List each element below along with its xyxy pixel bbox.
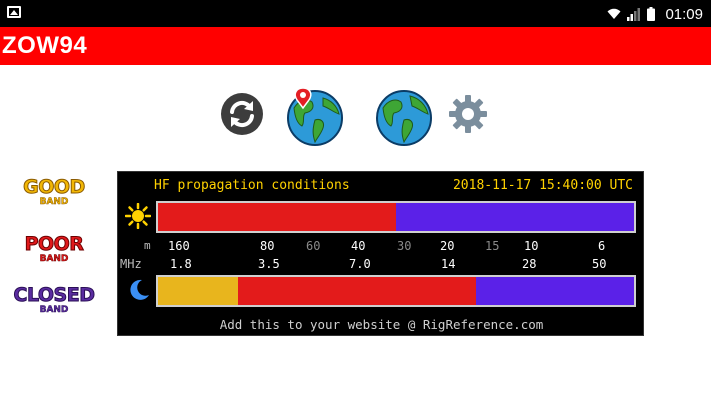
widget-datetime: 2018-11-17 15:40:00 UTC (452, 178, 633, 193)
day-condition-bar (156, 201, 636, 233)
legend-poor-sub: BAND (39, 254, 69, 264)
meters-30: 30 (397, 239, 412, 253)
legend-closed-sub: BAND (39, 305, 69, 315)
mhz-14: 14 (441, 257, 456, 271)
widget-heading: HF propagation conditions (154, 178, 350, 193)
night-condition-bar (156, 275, 636, 307)
day-segment-poor (158, 203, 396, 231)
legend-poor-word: POOR (24, 233, 84, 255)
night-segment-good (158, 277, 238, 305)
legend-good-sub: BAND (39, 197, 69, 207)
night-segment-poor (237, 277, 476, 305)
meters-40: 40 (351, 239, 366, 253)
legend-closed-word: CLOSED (13, 284, 95, 306)
propagation-widget[interactable]: HF propagation conditions 2018-11-17 15:… (117, 171, 644, 336)
globe-icon[interactable] (374, 86, 434, 146)
refresh-icon[interactable] (220, 92, 264, 136)
status-bar: 01:09 (0, 0, 711, 27)
gear-icon[interactable] (448, 94, 488, 134)
mhz-50: 50 (592, 257, 607, 271)
meters-60: 60 (306, 239, 321, 253)
legend-poor: POOR BAND (0, 233, 108, 264)
sun-icon (125, 203, 151, 229)
app-bar: ZOW94 (0, 27, 711, 65)
mhz-3-5: 3.5 (258, 257, 280, 271)
legend-good-word: GOOD (23, 176, 86, 198)
meters-6: 6 (598, 239, 606, 253)
legend-closed: CLOSED BAND (0, 284, 108, 315)
mhz-7-0: 7.0 (349, 257, 371, 271)
meters-scale: m 160 80 60 40 30 20 15 10 6 (118, 239, 645, 255)
meters-160: 160 (168, 239, 190, 253)
moon-icon (130, 279, 149, 300)
mhz-unit-label: MHz (120, 257, 142, 271)
mhz-1-8: 1.8 (170, 257, 192, 271)
meters-unit-label: m (144, 239, 151, 252)
toolbar (0, 82, 711, 146)
app-screen: 01:09 ZOW94 GOOD BAND POOR BAND CLOSED B… (0, 0, 711, 400)
globe-pin-icon[interactable] (285, 86, 345, 146)
signal-icon (627, 7, 641, 21)
status-time: 01:09 (665, 5, 703, 23)
meters-15: 15 (485, 239, 500, 253)
battery-icon (647, 7, 656, 21)
meters-80: 80 (260, 239, 275, 253)
status-icons: 01:09 (607, 4, 703, 24)
mhz-28: 28 (522, 257, 537, 271)
day-segment-closed (396, 203, 634, 231)
widget-footer[interactable]: Add this to your website @ RigReference.… (118, 317, 645, 332)
wifi-icon (607, 8, 621, 19)
meters-10: 10 (524, 239, 539, 253)
gallery-notification-icon (7, 6, 21, 18)
mhz-scale: MHz 1.8 3.5 7.0 14 28 50 (118, 257, 645, 273)
legend-good: GOOD BAND (0, 176, 108, 207)
app-title: ZOW94 (2, 32, 88, 59)
meters-20: 20 (440, 239, 455, 253)
night-segment-closed (475, 277, 634, 305)
